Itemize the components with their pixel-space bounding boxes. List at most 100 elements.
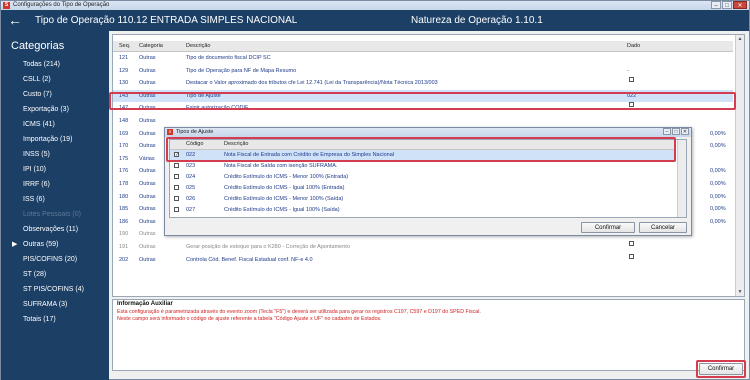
sidebar-item-pis-cofins[interactable]: PIS/COFINS (20) bbox=[23, 252, 84, 267]
cell-seq: 129 bbox=[119, 67, 129, 74]
row-checkbox[interactable] bbox=[629, 77, 634, 83]
sidebar-item-observacoes[interactable]: Observações (11) bbox=[23, 222, 84, 237]
ajuste-row[interactable]: 026 Crédito Estímulo do ICMS - Menor 100%… bbox=[170, 194, 674, 204]
sidebar-item-label: SUFRAMA (3) bbox=[23, 301, 68, 308]
cell-categoria: Outras bbox=[139, 231, 156, 238]
selected-arrow-icon: ▶ bbox=[12, 241, 18, 248]
ajuste-checkbox[interactable] bbox=[174, 196, 179, 201]
maximize-button[interactable]: □ bbox=[722, 1, 732, 9]
dialog-close-button[interactable]: ✕ bbox=[681, 128, 689, 135]
sidebar-item-custo[interactable]: Custo (7) bbox=[23, 87, 84, 102]
sidebar-item-label: IRRF (6) bbox=[23, 181, 50, 188]
ajuste-row[interactable]: 023 Nota Fiscal de Saída com isenção SUFR… bbox=[170, 161, 674, 171]
ajuste-checkbox[interactable] bbox=[174, 174, 179, 179]
cell-seq: 169 bbox=[119, 130, 129, 137]
ajuste-checkbox[interactable] bbox=[174, 163, 179, 168]
window-titlebar: S Configurações do Tipo de Operação – □ … bbox=[1, 1, 749, 10]
ajuste-descricao: Crédito Estímulo do ICMS - Menor 100% (S… bbox=[224, 196, 344, 202]
scroll-down-icon[interactable]: ▼ bbox=[736, 288, 744, 296]
col-categoria-header[interactable]: Categoria bbox=[139, 41, 163, 51]
main-window: S Configurações do Tipo de Operação – □ … bbox=[0, 0, 750, 380]
cell-extra: 0,00% bbox=[710, 193, 726, 200]
info-line-1: Esta configuração é parametrizada atravé… bbox=[117, 309, 481, 315]
sidebar-item-label: ST PIS/COFINS (4) bbox=[23, 286, 84, 293]
cell-seq: 130 bbox=[119, 80, 129, 87]
table-row[interactable]: 121 Outras Tipo de documento fiscal DCIP S… bbox=[113, 52, 733, 64]
dialog-maximize-button[interactable]: □ bbox=[672, 128, 680, 135]
sidebar-item-iss[interactable]: ISS (6) bbox=[23, 192, 84, 207]
sidebar-item-outras[interactable]: ▶ Outras (59) bbox=[12, 237, 84, 252]
ajuste-codigo: 024 bbox=[186, 174, 196, 180]
dialog-titlebar: S Tipos de Ajuste – □ ✕ bbox=[165, 128, 691, 137]
sidebar-item-suframa[interactable]: SUFRAMA (3) bbox=[23, 297, 84, 312]
operation-title: Tipo de Operação 110.12 ENTRADA SIMPLES … bbox=[35, 15, 298, 26]
col-descricao-header[interactable]: Descrição bbox=[186, 41, 210, 51]
cell-seq: 148 bbox=[119, 118, 129, 124]
confirm-button[interactable]: Confirmar bbox=[581, 222, 635, 233]
dialog-minimize-button[interactable]: – bbox=[663, 128, 671, 135]
ajuste-checkbox[interactable] bbox=[174, 207, 179, 212]
sidebar-item-label: Totais (17) bbox=[23, 316, 56, 323]
row-checkbox[interactable] bbox=[629, 241, 634, 246]
minimize-button[interactable]: – bbox=[711, 1, 721, 9]
table-row[interactable]: 191 Outras Gerar posição de estoque para o… bbox=[113, 241, 733, 253]
cell-categoria: Outras bbox=[139, 181, 156, 187]
ajuste-codigo: 023 bbox=[186, 163, 196, 169]
sidebar-item-csll[interactable]: CSLL (2) bbox=[23, 72, 84, 87]
page-header: ← Tipo de Operação 110.12 ENTRADA SIMPLE… bbox=[1, 10, 749, 31]
table-row[interactable]: 202 Outras Controla Cód. Benef. Fiscal Est… bbox=[113, 253, 733, 266]
info-panel: Informação Auxiliar Esta configuração é … bbox=[112, 299, 745, 371]
table-scrollbar[interactable]: ▲ ▼ bbox=[735, 35, 744, 296]
scroll-up-icon[interactable]: ▲ bbox=[736, 35, 744, 43]
sidebar-item-exportacao[interactable]: Exportação (3) bbox=[23, 102, 84, 117]
highlight-selected-ajuste bbox=[166, 137, 676, 162]
ajuste-descricao: Nota Fiscal de Saída com isenção SUFRAMA… bbox=[224, 163, 338, 169]
ajuste-row[interactable]: 025 Crédito Estímulo do ICMS - Igual 100%… bbox=[170, 183, 674, 193]
sidebar-item-label: ISS (6) bbox=[23, 196, 45, 203]
sidebar-item-label: Outras (59) bbox=[23, 241, 59, 248]
cell-seq: 190 bbox=[119, 231, 129, 238]
cell-seq: 186 bbox=[119, 218, 129, 225]
sidebar-item-inss[interactable]: INSS (5) bbox=[23, 147, 84, 162]
table-row[interactable]: 130 Outras Destacar o Valor aproximado dos… bbox=[113, 77, 733, 89]
sidebar-item-icms[interactable]: ICMS (41) bbox=[23, 117, 84, 132]
cell-categoria: Outras bbox=[139, 218, 156, 225]
cell-categoria: Outras bbox=[139, 118, 156, 124]
cell-seq: 178 bbox=[119, 181, 129, 187]
cell-dado[interactable]: - bbox=[627, 65, 629, 77]
cancel-button[interactable]: Cancelar bbox=[639, 222, 687, 233]
cell-categoria: Várias bbox=[139, 155, 155, 162]
sidebar-item-label: Todas (214) bbox=[23, 61, 60, 68]
sidebar-item-label: Lotes Pessoais (0) bbox=[23, 211, 81, 218]
dialog-app-icon: S bbox=[167, 129, 173, 135]
app-icon: S bbox=[3, 2, 10, 9]
row-checkbox[interactable] bbox=[629, 253, 634, 259]
ajuste-checkbox[interactable] bbox=[174, 185, 179, 190]
ajuste-descricao: Crédito Estímulo do ICMS - Igual 100% (E… bbox=[224, 185, 345, 191]
ajuste-codigo: 025 bbox=[186, 185, 196, 191]
sidebar-item-label: ICMS (41) bbox=[23, 121, 55, 128]
col-dado-header[interactable]: Dado bbox=[627, 41, 640, 51]
table-row[interactable]: 129 Outras Tipo de Operação para NF de Map… bbox=[113, 65, 733, 77]
window-title: Configurações do Tipo de Operação bbox=[13, 2, 110, 8]
col-seq-header[interactable]: Seq. bbox=[119, 41, 130, 51]
sidebar-item-st[interactable]: ST (28) bbox=[23, 267, 84, 282]
cell-seq: 175 bbox=[119, 155, 129, 162]
table-header: Seq. Categoria Descrição Dado bbox=[113, 41, 733, 52]
table-row[interactable]: 148 Outras bbox=[113, 115, 733, 127]
back-arrow-icon[interactable]: ← bbox=[8, 12, 22, 28]
confirm-label: Confirmar bbox=[594, 225, 622, 231]
sidebar-item-todas[interactable]: Todas (214) bbox=[23, 57, 84, 72]
ajuste-row[interactable]: 027 Crédito Estímulo do ICMS - Igual 100%… bbox=[170, 205, 674, 215]
dialog-scrollbar[interactable] bbox=[677, 140, 686, 217]
cell-categoria: Outras bbox=[139, 193, 156, 200]
close-window-button[interactable]: ✕ bbox=[733, 1, 747, 9]
sidebar-item-ipi[interactable]: IPI (10) bbox=[23, 162, 84, 177]
sidebar-item-irrf[interactable]: IRRF (6) bbox=[23, 177, 84, 192]
cell-categoria: Outras bbox=[139, 256, 156, 263]
sidebar-item-totais[interactable]: Totais (17) bbox=[23, 312, 84, 327]
sidebar-item-st-pis-cofins[interactable]: ST PIS/COFINS (4) bbox=[23, 282, 84, 297]
ajuste-descricao: Crédito Estímulo do ICMS - Menor 100% (E… bbox=[224, 174, 349, 180]
ajuste-row[interactable]: 024 Crédito Estímulo do ICMS - Menor 100%… bbox=[170, 172, 674, 182]
sidebar-item-importacao[interactable]: Importação (19) bbox=[23, 132, 84, 147]
